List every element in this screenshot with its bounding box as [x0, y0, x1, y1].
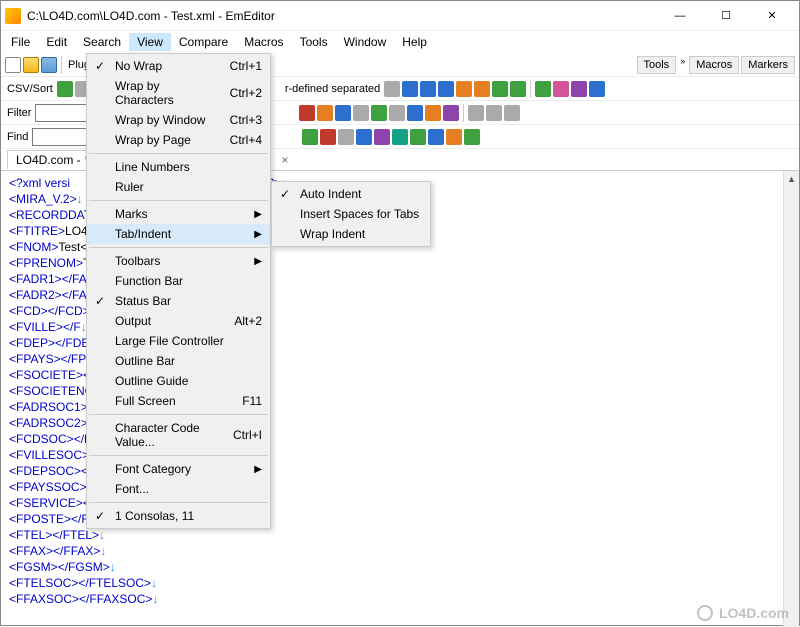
tb-icon[interactable]	[589, 81, 605, 97]
filter-icon[interactable]	[443, 105, 459, 121]
menu-item-status-bar[interactable]: ✓Status Bar	[87, 291, 270, 311]
menu-item-no-wrap[interactable]: ✓No WrapCtrl+1	[87, 56, 270, 76]
submenu-item-auto-indent[interactable]: ✓Auto Indent	[272, 184, 430, 204]
tb-icon[interactable]	[510, 81, 526, 97]
menu-item-wrap-by-page[interactable]: Wrap by PageCtrl+4	[87, 130, 270, 150]
menu-item-function-bar[interactable]: Function Bar	[87, 271, 270, 291]
tb-icon[interactable]	[492, 81, 508, 97]
tb-icon[interactable]	[402, 81, 418, 97]
title-bar: C:\LO4D.com\LO4D.com - Test.xml - EmEdit…	[1, 1, 799, 31]
arrow-right-icon[interactable]	[464, 129, 480, 145]
find-icon[interactable]	[446, 129, 462, 145]
find-icon[interactable]	[302, 129, 318, 145]
menu-search[interactable]: Search	[75, 33, 129, 51]
window-title: C:\LO4D.com\LO4D.com - Test.xml - EmEdit…	[27, 9, 657, 23]
maximize-button[interactable]: ☐	[703, 1, 749, 31]
filter-icon[interactable]	[335, 105, 351, 121]
menu-item-output[interactable]: OutputAlt+2	[87, 311, 270, 331]
filter-icon[interactable]	[299, 105, 315, 121]
menu-edit[interactable]: Edit	[38, 33, 75, 51]
tb-icon[interactable]	[384, 81, 400, 97]
menu-view[interactable]: View	[129, 33, 171, 51]
tab-indent-submenu: ✓Auto IndentInsert Spaces for TabsWrap I…	[271, 181, 431, 247]
find-label: Find	[5, 131, 30, 143]
open-icon[interactable]	[23, 57, 39, 73]
menu-item-ruler[interactable]: Ruler	[87, 177, 270, 197]
new-icon[interactable]	[5, 57, 21, 73]
find-icon[interactable]	[338, 129, 354, 145]
scroll-up-icon[interactable]: ▲	[784, 171, 799, 187]
submenu-item-insert-spaces-for-tabs[interactable]: Insert Spaces for Tabs	[272, 204, 430, 224]
app-icon	[5, 8, 21, 24]
menu-item-outline-bar[interactable]: Outline Bar	[87, 351, 270, 371]
csv-sort-label: CSV/Sort	[5, 83, 55, 95]
chevron-icon[interactable]: »	[678, 56, 687, 74]
tb-icon[interactable]	[553, 81, 569, 97]
menu-item-outline-guide[interactable]: Outline Guide	[87, 371, 270, 391]
save-icon[interactable]	[41, 57, 57, 73]
close-button[interactable]: ✕	[749, 1, 795, 31]
filter-icon[interactable]	[371, 105, 387, 121]
menu-tools[interactable]: Tools	[292, 33, 336, 51]
editor-line: <FFAXSOC></FFAXSOC>↓	[9, 591, 791, 607]
menu-item-line-numbers[interactable]: Line Numbers	[87, 157, 270, 177]
menu-item-toolbars[interactable]: Toolbars▶	[87, 251, 270, 271]
macros-tab[interactable]: Macros	[689, 56, 739, 74]
menu-item-large-file-controller[interactable]: Large File Controller	[87, 331, 270, 351]
find-icon[interactable]	[428, 129, 444, 145]
file-tab-name: LO4D.com -	[16, 153, 81, 167]
tb-icon[interactable]	[474, 81, 490, 97]
separated-text: r-defined separated	[283, 83, 382, 95]
tab-close-icon[interactable]: ×	[281, 153, 288, 167]
filter-label: Filter	[5, 107, 33, 119]
menu-item-marks[interactable]: Marks▶	[87, 204, 270, 224]
find-icon[interactable]	[410, 129, 426, 145]
file-tab[interactable]: LO4D.com - *	[7, 150, 98, 169]
vertical-scrollbar[interactable]: ▲	[783, 171, 799, 627]
filter-icon[interactable]	[317, 105, 333, 121]
editor-line: <FFAX></FFAX>↓	[9, 543, 791, 559]
menu-item-tab-indent[interactable]: Tab/Indent▶	[87, 224, 270, 244]
filter-icon[interactable]	[486, 105, 502, 121]
menu-item-character-code-value-[interactable]: Character Code Value...Ctrl+I	[87, 418, 270, 452]
editor-line: <FTEL></FTEL>↓	[9, 527, 791, 543]
editor-line: <FTELSOC></FTELSOC>↓	[9, 575, 791, 591]
menu-item-wrap-by-window[interactable]: Wrap by WindowCtrl+3	[87, 110, 270, 130]
markers-tab[interactable]: Markers	[741, 56, 795, 74]
sort-desc-icon[interactable]	[438, 81, 454, 97]
menu-item-font-category[interactable]: Font Category▶	[87, 459, 270, 479]
filter-icon[interactable]	[468, 105, 484, 121]
tb-icon[interactable]	[571, 81, 587, 97]
tools-tab[interactable]: Tools	[637, 56, 677, 74]
minimize-button[interactable]: —	[657, 1, 703, 31]
menu-macros[interactable]: Macros	[236, 33, 291, 51]
filter-icon[interactable]	[389, 105, 405, 121]
editor-line: <FGSM></FGSM>↓	[9, 559, 791, 575]
menu-item-1-consolas-11[interactable]: ✓1 Consolas, 11	[87, 506, 270, 526]
menu-bar: FileEditSearchViewCompareMacrosToolsWind…	[1, 31, 799, 53]
menu-item-font-[interactable]: Font...	[87, 479, 270, 499]
find-icon[interactable]	[374, 129, 390, 145]
view-menu-dropdown: ✓No WrapCtrl+1Wrap by CharactersCtrl+2Wr…	[86, 53, 271, 529]
find-icon[interactable]	[392, 129, 408, 145]
find-icon[interactable]	[320, 129, 336, 145]
submenu-item-wrap-indent[interactable]: Wrap Indent	[272, 224, 430, 244]
menu-item-full-screen[interactable]: Full ScreenF11	[87, 391, 270, 411]
filter-icon[interactable]	[407, 105, 423, 121]
tb-icon[interactable]	[456, 81, 472, 97]
menu-item-wrap-by-characters[interactable]: Wrap by CharactersCtrl+2	[87, 76, 270, 110]
tb-icon[interactable]	[535, 81, 551, 97]
filter-icon[interactable]	[504, 105, 520, 121]
filter-icon[interactable]	[353, 105, 369, 121]
menu-window[interactable]: Window	[336, 33, 395, 51]
lock-icon[interactable]	[425, 105, 441, 121]
menu-help[interactable]: Help	[394, 33, 435, 51]
csv-icon[interactable]	[57, 81, 73, 97]
sort-asc-icon[interactable]	[420, 81, 436, 97]
find-icon[interactable]	[356, 129, 372, 145]
menu-compare[interactable]: Compare	[171, 33, 236, 51]
menu-file[interactable]: File	[3, 33, 38, 51]
